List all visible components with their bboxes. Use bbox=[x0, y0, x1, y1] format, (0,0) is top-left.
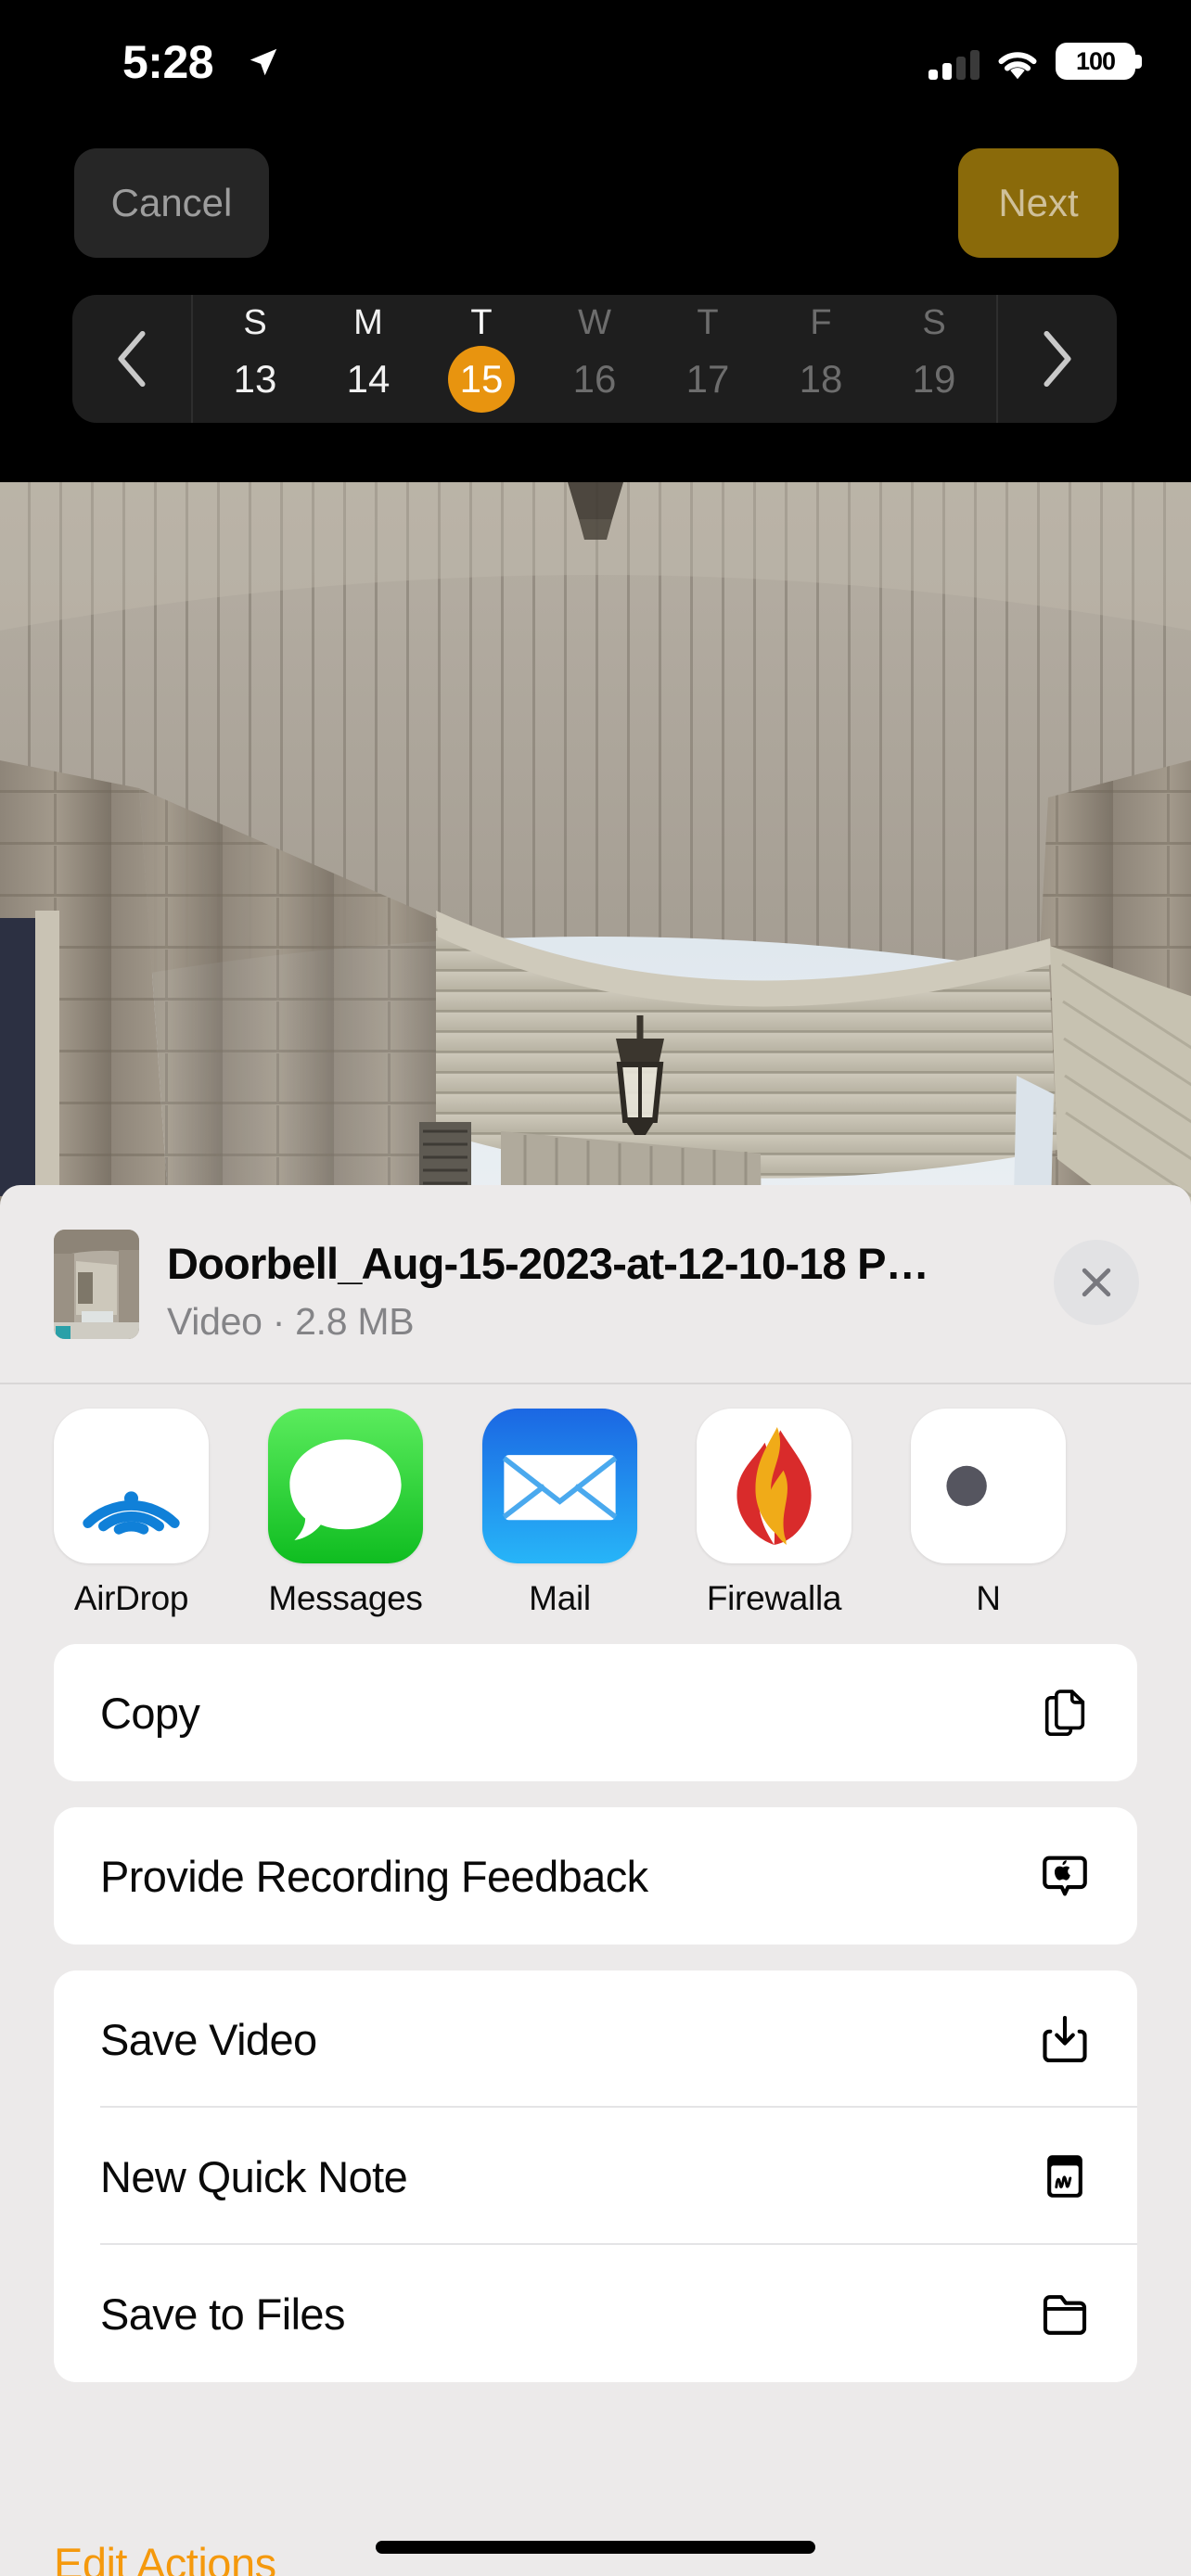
share-app-label: N bbox=[976, 1579, 1001, 1617]
day-of-week-label: M bbox=[353, 303, 383, 342]
share-actions-list: Copy Provide Recording Feedback Save Vid… bbox=[0, 1644, 1191, 2382]
status-bar-time: 5:28 bbox=[122, 36, 214, 88]
share-app-mail[interactable]: Mail bbox=[482, 1409, 637, 1618]
wifi-icon bbox=[998, 52, 1037, 80]
day-number-label: 18 bbox=[799, 357, 843, 401]
share-sheet-header: Doorbell_Aug-15-2023-at-12-10-18 P… Vide… bbox=[0, 1185, 1191, 1384]
apple-feedback-bubble-glyph bbox=[1043, 1855, 1087, 1896]
apple-feedback-bubble-icon bbox=[1035, 1846, 1095, 1906]
close-button[interactable] bbox=[1054, 1240, 1139, 1325]
date-day-17[interactable]: T 17 bbox=[651, 305, 764, 413]
date-days-list[interactable]: S 13 M 14 T 15 W 16 T 17 F 18 S 19 bbox=[191, 295, 998, 423]
airdrop-glyph bbox=[83, 1491, 180, 1535]
share-app-label: Messages bbox=[268, 1579, 423, 1617]
day-of-week-label: S bbox=[922, 303, 946, 342]
copy-documents-icon bbox=[1035, 1683, 1095, 1742]
firewalla-icon bbox=[697, 1409, 852, 1563]
day-of-week-label: T bbox=[697, 303, 719, 342]
action-row-label: Copy bbox=[100, 1688, 200, 1738]
share-apps-row[interactable]: AirDrop Messages Mail Firewalla N bbox=[0, 1384, 1191, 1644]
day-of-week-label: F bbox=[810, 303, 832, 342]
quick-note-icon bbox=[1035, 2147, 1095, 2206]
day-number-label: 16 bbox=[572, 357, 617, 401]
action-row-copy[interactable]: Copy bbox=[54, 1644, 1137, 1781]
action-row-save-video[interactable]: Save Video bbox=[54, 1970, 1137, 2108]
chevron-left-icon bbox=[118, 330, 146, 388]
file-subtitle: Video · 2.8 MB bbox=[167, 1300, 415, 1343]
edit-actions-button[interactable]: Edit Actions bbox=[54, 2538, 276, 2576]
cancel-button[interactable]: Cancel bbox=[74, 148, 269, 258]
partial-app-glyph bbox=[946, 1465, 987, 1507]
battery-percent: 100 bbox=[1075, 46, 1116, 75]
day-of-week-label: W bbox=[578, 303, 611, 342]
next-button[interactable]: Next bbox=[958, 148, 1119, 258]
firewalla-glyph bbox=[736, 1427, 812, 1545]
action-row-new-quick-note[interactable]: New Quick Note bbox=[54, 2108, 1137, 2245]
day-number-label: 14 bbox=[346, 357, 391, 401]
action-group: Save Video New Quick Note Save to Files bbox=[54, 1970, 1137, 2382]
video-thumbnail bbox=[54, 1230, 139, 1339]
date-day-15[interactable]: T 15 bbox=[425, 305, 538, 413]
chevron-right-icon bbox=[1044, 330, 1071, 388]
action-row-label: Save to Files bbox=[100, 2289, 345, 2339]
action-group: Provide Recording Feedback bbox=[54, 1807, 1137, 1945]
folder-icon bbox=[1035, 2284, 1095, 2343]
day-number-label: 17 bbox=[685, 357, 730, 401]
share-app-airdrop[interactable]: AirDrop bbox=[54, 1409, 209, 1618]
day-of-week-label: S bbox=[243, 303, 267, 342]
home-indicator[interactable] bbox=[376, 2541, 815, 2554]
folder-glyph bbox=[1043, 2295, 1087, 2335]
date-day-13[interactable]: S 13 bbox=[198, 305, 312, 413]
location-arrow-icon bbox=[250, 48, 277, 76]
messages-glyph bbox=[289, 1439, 402, 1540]
action-row-label: Provide Recording Feedback bbox=[100, 1851, 648, 1901]
airdrop-icon bbox=[54, 1409, 209, 1563]
iphone-screen: 5:28 100 Cancel Next S 13 M 14 T 15 W 16… bbox=[0, 0, 1191, 2576]
date-picker-strip[interactable]: S 13 M 14 T 15 W 16 T 17 F 18 S 19 bbox=[72, 295, 1117, 423]
share-app-firewalla[interactable]: Firewalla bbox=[697, 1409, 852, 1618]
thumbnail-image bbox=[54, 1230, 139, 1339]
action-row-label: Save Video bbox=[100, 2014, 317, 2064]
quick-note-glyph bbox=[1047, 2155, 1082, 2198]
date-prev-button[interactable] bbox=[72, 295, 191, 423]
day-of-week-label: T bbox=[470, 303, 493, 342]
day-number-label: 15 bbox=[448, 346, 515, 413]
status-bar: 5:28 100 bbox=[0, 0, 1191, 111]
date-next-button[interactable] bbox=[998, 295, 1117, 423]
share-sheet: Doorbell_Aug-15-2023-at-12-10-18 P… Vide… bbox=[0, 1185, 1191, 2576]
share-app-label: Firewalla bbox=[706, 1579, 842, 1617]
date-day-18[interactable]: F 18 bbox=[764, 305, 877, 413]
day-number-label: 13 bbox=[233, 357, 277, 401]
date-day-16[interactable]: W 16 bbox=[538, 305, 651, 413]
action-group: Copy bbox=[54, 1644, 1137, 1781]
status-bar-indicators: 100 bbox=[928, 41, 1142, 80]
mail-icon bbox=[482, 1409, 637, 1563]
mail-glyph bbox=[502, 1455, 618, 1521]
save-download-glyph bbox=[1043, 2015, 1087, 2063]
date-day-19[interactable]: S 19 bbox=[877, 305, 991, 413]
share-app-n[interactable]: N bbox=[911, 1409, 1066, 1618]
top-navigation-bar: Cancel Next bbox=[0, 148, 1191, 258]
action-row-label: New Quick Note bbox=[100, 2151, 408, 2201]
battery-icon: 100 bbox=[1056, 43, 1142, 80]
day-number-label: 19 bbox=[912, 357, 956, 401]
date-day-14[interactable]: M 14 bbox=[312, 305, 425, 413]
share-app-messages[interactable]: Messages bbox=[268, 1409, 423, 1618]
action-row-provide-recording-feedback[interactable]: Provide Recording Feedback bbox=[54, 1807, 1137, 1945]
file-title: Doorbell_Aug-15-2023-at-12-10-18 P… bbox=[167, 1239, 929, 1288]
partial-app-icon bbox=[911, 1409, 1066, 1563]
copy-documents-glyph bbox=[1044, 1690, 1085, 1737]
messages-icon bbox=[268, 1409, 423, 1563]
share-app-label: AirDrop bbox=[73, 1579, 189, 1617]
action-row-save-to-files[interactable]: Save to Files bbox=[54, 2245, 1137, 2382]
save-download-icon bbox=[1035, 2009, 1095, 2069]
close-icon bbox=[1082, 1268, 1111, 1297]
share-app-label: Mail bbox=[529, 1579, 591, 1617]
cellular-signal-icon bbox=[928, 50, 980, 80]
